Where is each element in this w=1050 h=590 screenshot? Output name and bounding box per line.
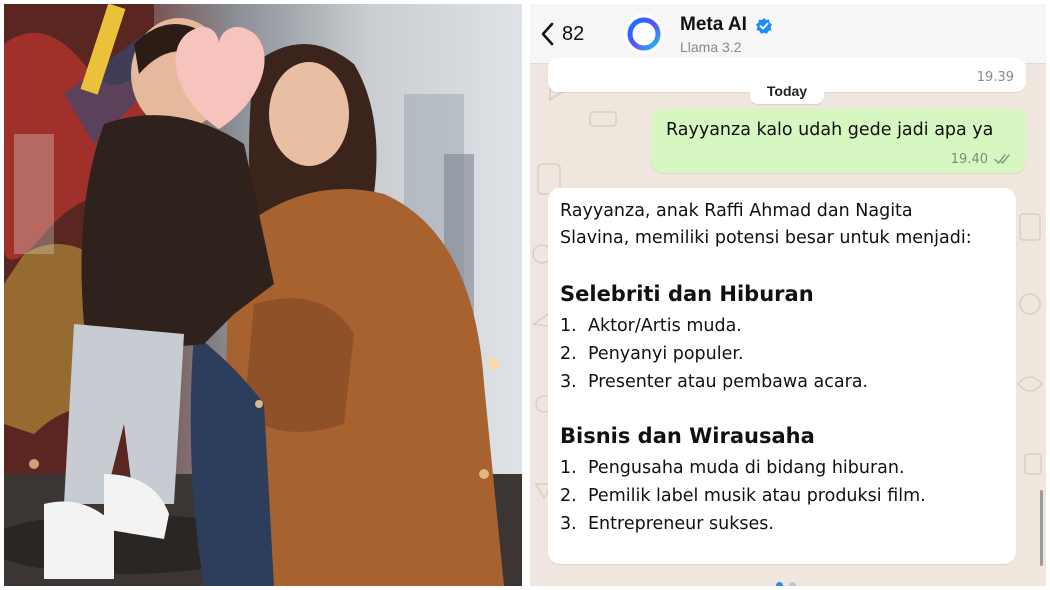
incoming-intro: Rayyanza, anak Raffi Ahmad dan Nagita Sl…: [560, 198, 1008, 252]
outgoing-message-text: Rayyanza kalo udah gede jadi apa ya: [666, 120, 994, 140]
list-item: 3. Presenter atau pembawa acara.: [560, 368, 868, 396]
chevron-left-icon: [541, 22, 554, 46]
double-check-icon: [994, 154, 1010, 164]
contact-subtitle: Llama 3.2: [680, 39, 742, 55]
carousel-dot[interactable]: [789, 582, 796, 586]
section-heading: Selebriti dan Hiburan: [560, 282, 814, 306]
list-text: Pengusaha muda di bidang hiburan.: [588, 458, 905, 478]
date-divider: Today: [750, 78, 824, 104]
list-item: 2. Pemilik label musik atau produksi film…: [560, 482, 926, 510]
verified-badge-icon: [756, 18, 772, 34]
section-heading: Bisnis dan Wirausaha: [560, 424, 815, 448]
contact-name[interactable]: Meta AI: [680, 14, 747, 36]
chat-header: 82 Meta AI Llama 3.2: [530, 4, 1046, 64]
list-number: 3.: [560, 514, 577, 534]
list-number: 2.: [560, 486, 577, 506]
list-text: Entrepreneur sukses.: [588, 514, 774, 534]
list-item: 2. Penyanyi populer.: [560, 340, 868, 368]
carousel-dots[interactable]: [776, 582, 796, 586]
list-text: Aktor/Artis muda.: [588, 316, 742, 336]
list-item: 3. Entrepreneur sukses.: [560, 510, 926, 538]
message-timestamp: 19.40: [950, 152, 988, 167]
career-list: 1. Aktor/Artis muda. 2. Penyanyi populer. …: [560, 312, 868, 396]
photo-illustration: [4, 4, 522, 586]
message-timestamp: 19.39: [976, 70, 1014, 85]
chat-screen: 82 Meta AI Llama 3.2 19.39 Today Rayyanz…: [530, 4, 1046, 586]
scrollbar[interactable]: [1040, 490, 1043, 566]
woman-face: [269, 62, 349, 166]
list-number: 2.: [560, 344, 577, 364]
photo-panel: [4, 4, 522, 586]
contact-avatar[interactable]: [624, 14, 664, 54]
list-number: 1.: [560, 458, 577, 478]
list-item: 1. Pengusaha muda di bidang hiburan.: [560, 454, 926, 482]
career-list: 1. Pengusaha muda di bidang hiburan. 2. Pe…: [560, 454, 926, 538]
intro-line: Rayyanza, anak Raffi Ahmad dan Nagita: [560, 201, 913, 221]
list-number: 3.: [560, 372, 577, 392]
unread-count: 82: [562, 22, 585, 45]
list-text: Penyanyi populer.: [588, 344, 744, 364]
outgoing-message-bubble[interactable]: Rayyanza kalo udah gede jadi apa ya 19.4…: [652, 109, 1026, 173]
list-text: Pemilik label musik atau produksi film.: [588, 486, 926, 506]
list-item: 1. Aktor/Artis muda.: [560, 312, 868, 340]
meta-ai-ring-icon: [627, 17, 661, 51]
intro-line: Slavina, memiliki potensi besar untuk me…: [560, 228, 972, 248]
list-text: Presenter atau pembawa acara.: [588, 372, 869, 392]
incoming-message-bubble[interactable]: Rayyanza, anak Raffi Ahmad dan Nagita Sl…: [548, 188, 1016, 564]
back-button[interactable]: 82: [540, 18, 584, 50]
carousel-dot-active[interactable]: [776, 582, 783, 586]
list-number: 1.: [560, 316, 577, 336]
